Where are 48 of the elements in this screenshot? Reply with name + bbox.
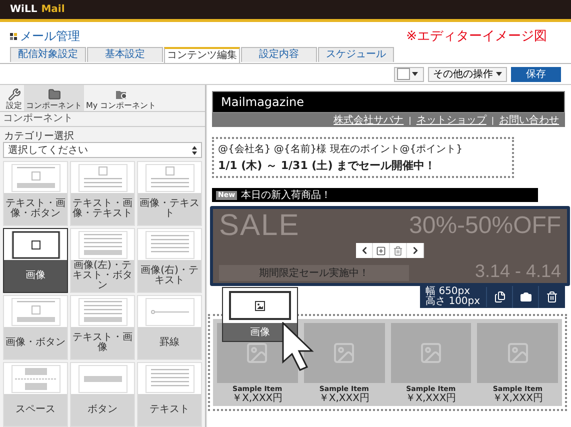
sidebar-tab[interactable]: 設定 [4, 85, 24, 111]
sidebar-tab[interactable]: コンポーネント [24, 85, 84, 111]
component-tile[interactable]: 画像(左)・テキスト・ボタン [70, 228, 135, 293]
tab[interactable]: コンテンツ編集 [164, 47, 240, 63]
mail-header: Mailmagazine [212, 91, 566, 113]
tab[interactable]: スケジュール [318, 47, 394, 62]
header-link[interactable]: 株式会社サバナ [334, 113, 404, 127]
component-tile[interactable]: 罫線 [137, 295, 202, 360]
editor-note: ※エディターイメージ図 [406, 28, 547, 45]
link-separator: | [491, 116, 494, 124]
banner-offer: 30%-50%OFF [409, 211, 562, 241]
more-actions-dropdown[interactable]: その他の操作 [428, 66, 507, 82]
product-price: ￥X,XXX円 [318, 393, 370, 404]
tab[interactable]: 基本設定 [87, 47, 163, 62]
section-title: 本日の新入荷商品！ [241, 188, 332, 202]
product-price: ￥X,XXX円 [406, 393, 456, 404]
component-tile[interactable]: 画像(右)・テキスト [137, 228, 202, 293]
link-separator: | [408, 116, 412, 124]
banner-dates: 3.14 - 4.14 [475, 261, 562, 282]
tab[interactable]: 配信対象設定 [10, 47, 86, 62]
sale-text: 1/1 (木) ～ 1/31 (土) までセール開催中！ [218, 158, 437, 173]
component-tile[interactable]: ボタン [70, 362, 135, 427]
banner-headline: SALE [219, 210, 300, 242]
category-label: カテゴリー選択 [3, 130, 75, 141]
sidebar-tab[interactable]: My コンポーネント [84, 85, 158, 111]
size-text: 幅 650px [426, 287, 470, 297]
component-tile[interactable]: テキスト・画像・ボタン [3, 161, 68, 226]
product-price: ￥X,XXX円 [232, 393, 283, 404]
component-tile[interactable]: 画像・テキスト [137, 161, 202, 226]
app-logo: WiLL Mail [10, 4, 65, 15]
size-text: 高さ 100px [426, 297, 480, 307]
banner-caption: 期間限定セール実施中！ [219, 264, 409, 280]
text-block[interactable]: @{会社名} @{名前}様 現在のポイント@{ポイント} 1/1 (木) ～ 1/31 (土) までセール開催中！ [212, 137, 514, 178]
category-select[interactable]: 選択してください [3, 142, 202, 158]
component-tile[interactable]: テキスト [137, 362, 202, 427]
save-button[interactable]: 保存 [511, 66, 561, 82]
greeting-text: @{会社名} @{名前}様 現在のポイント@{ポイント} [218, 142, 464, 156]
page-title: メール管理 [20, 28, 80, 44]
tab[interactable]: 設定内容 [241, 47, 317, 62]
breadcrumb: コンポーネント [0, 112, 205, 127]
component-tile[interactable]: スペース [3, 362, 68, 427]
component-tile[interactable]: 画像・ボタン [3, 295, 68, 360]
component-tile[interactable]: テキスト・画像 [70, 295, 135, 360]
header-link[interactable]: ネットショップ [416, 113, 486, 127]
header-link[interactable]: お問い合わせ [499, 113, 560, 127]
component-tile[interactable]: 画像 [3, 228, 68, 293]
product-price: ￥X,XXX円 [492, 393, 543, 404]
component-tile[interactable]: テキスト・画像・テキスト [70, 161, 135, 226]
